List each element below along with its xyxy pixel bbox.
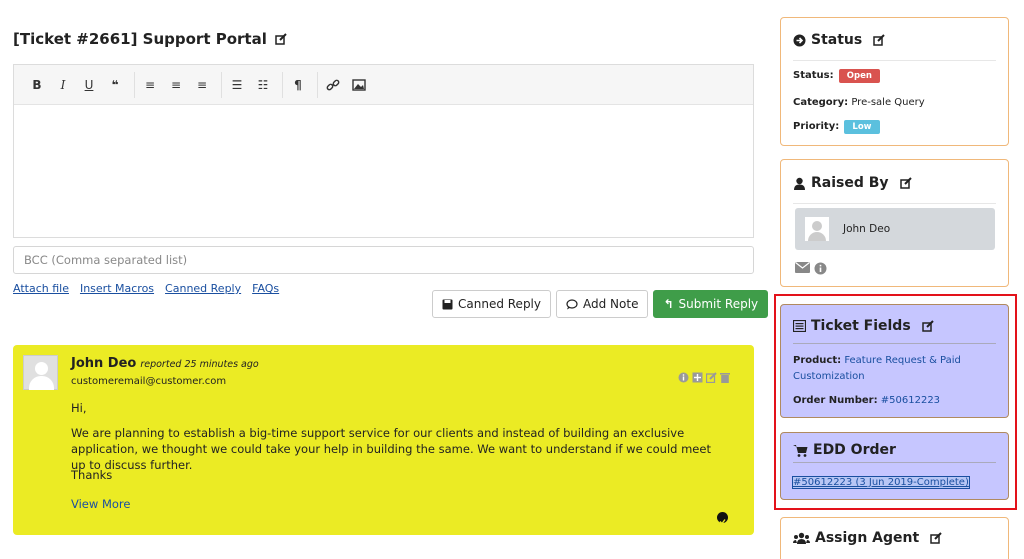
- align-center-icon[interactable]: ≡: [165, 74, 187, 96]
- status-label: Status:: [793, 70, 834, 81]
- avatar: [23, 355, 58, 390]
- assign-agent-header: Assign Agent: [781, 518, 1008, 558]
- editor-body[interactable]: [14, 105, 753, 238]
- category-row: Category: Pre-sale Query: [793, 97, 925, 108]
- arrow-circle-icon: [793, 34, 806, 46]
- thread-actions: [678, 372, 730, 383]
- info-icon[interactable]: [814, 262, 827, 275]
- reported-time: reported 25 minutes ago: [140, 359, 259, 370]
- canned-reply-button[interactable]: Canned Reply: [432, 290, 551, 318]
- toolbar-divider: [317, 71, 318, 98]
- underline-icon[interactable]: U: [78, 74, 100, 96]
- editor-links: Attach file Insert Macros Canned Reply F…: [13, 282, 279, 295]
- divider: [793, 60, 996, 61]
- faqs-link[interactable]: FAQs: [252, 282, 279, 295]
- divider: [793, 203, 996, 204]
- reply-actions: Canned Reply Add Note ↰ Submit Reply: [432, 290, 769, 318]
- category-value: Pre-sale Query: [851, 97, 925, 108]
- toolbar-divider: [134, 71, 135, 98]
- assign-agent-title: Assign Agent: [815, 530, 920, 546]
- status-row: Status: Open: [793, 69, 880, 83]
- reply-editor[interactable]: B I U ❝ ≡ ≡ ≡ ☰ ☷ ¶: [13, 64, 754, 238]
- author-name: John Deo: [71, 356, 137, 371]
- numbered-list-icon[interactable]: ☷: [252, 74, 274, 96]
- edit-icon[interactable]: [275, 33, 287, 45]
- edit-icon[interactable]: [873, 34, 885, 46]
- toolbar-divider: [221, 71, 222, 98]
- toolbar-divider: [282, 71, 283, 98]
- status-card: Status Status: Open Category: Pre-sale Q…: [780, 17, 1009, 146]
- link-icon[interactable]: [322, 74, 344, 96]
- raised-by-user: John Deo: [795, 208, 995, 250]
- priority-label: Priority:: [793, 121, 840, 132]
- highlight-frame: [774, 294, 1017, 510]
- raised-by-header: Raised By: [781, 160, 1008, 206]
- edit-icon[interactable]: [899, 177, 912, 189]
- edit-icon[interactable]: [930, 532, 942, 544]
- check-icon: [717, 512, 728, 525]
- editor-toolbar: B I U ❝ ≡ ≡ ≡ ☰ ☷ ¶: [14, 65, 753, 105]
- thread-item: John Deo reported 25 minutes ago customer…: [13, 345, 754, 535]
- image-icon[interactable]: [348, 74, 370, 96]
- user-icon: [794, 177, 805, 190]
- users-icon: [793, 532, 810, 544]
- canned-reply-link[interactable]: Canned Reply: [165, 282, 241, 295]
- quote-icon[interactable]: ❝: [104, 74, 126, 96]
- add-note-button[interactable]: Add Note: [556, 290, 649, 318]
- avatar: [805, 217, 829, 241]
- assign-agent-card: Assign Agent: [780, 517, 1009, 559]
- reply-icon: ↰: [663, 297, 674, 311]
- submit-reply-label: Submit Reply: [678, 297, 759, 311]
- ticket-title: [Ticket #2661] Support Portal: [13, 30, 267, 48]
- insert-macros-link[interactable]: Insert Macros: [80, 282, 154, 295]
- status-header: Status: [781, 18, 1008, 62]
- italic-icon[interactable]: I: [52, 74, 74, 96]
- view-more-link[interactable]: View More: [71, 497, 130, 511]
- page-title: [Ticket #2661] Support Portal: [13, 30, 287, 48]
- raised-by-card: Raised By John Deo: [780, 159, 1009, 287]
- submit-reply-button[interactable]: ↰ Submit Reply: [653, 290, 769, 318]
- attach-file-link[interactable]: Attach file: [13, 282, 69, 295]
- align-left-icon[interactable]: ≡: [139, 74, 161, 96]
- priority-badge: Low: [844, 120, 880, 134]
- status-title: Status: [811, 32, 863, 48]
- edit-icon[interactable]: [706, 372, 717, 383]
- save-icon: [442, 299, 453, 309]
- paragraph-icon[interactable]: ¶: [287, 74, 309, 96]
- add-icon[interactable]: [692, 372, 703, 383]
- bulleted-list-icon[interactable]: ☰: [226, 74, 248, 96]
- canned-reply-label: Canned Reply: [458, 297, 541, 311]
- status-badge: Open: [838, 69, 880, 83]
- category-label: Category:: [793, 97, 849, 108]
- align-right-icon[interactable]: ≡: [191, 74, 213, 96]
- comment-icon: [566, 298, 578, 309]
- trash-icon[interactable]: [720, 372, 730, 383]
- envelope-icon[interactable]: [795, 262, 810, 273]
- add-note-label: Add Note: [583, 297, 639, 311]
- contact-icons: [795, 262, 827, 275]
- bcc-input[interactable]: [13, 246, 754, 274]
- raised-by-name: John Deo: [843, 223, 891, 235]
- bold-icon[interactable]: B: [26, 74, 48, 96]
- thread-author: John Deo reported 25 minutes ago: [71, 356, 259, 371]
- message-greeting: Hi,: [71, 401, 87, 415]
- priority-row: Priority: Low: [793, 120, 880, 134]
- info-icon[interactable]: [678, 372, 689, 383]
- message-body: We are planning to establish a big-time …: [71, 426, 711, 472]
- raised-by-title: Raised By: [811, 175, 889, 191]
- author-email: customeremail@customer.com: [71, 376, 227, 387]
- message-signoff: Thanks: [71, 468, 113, 482]
